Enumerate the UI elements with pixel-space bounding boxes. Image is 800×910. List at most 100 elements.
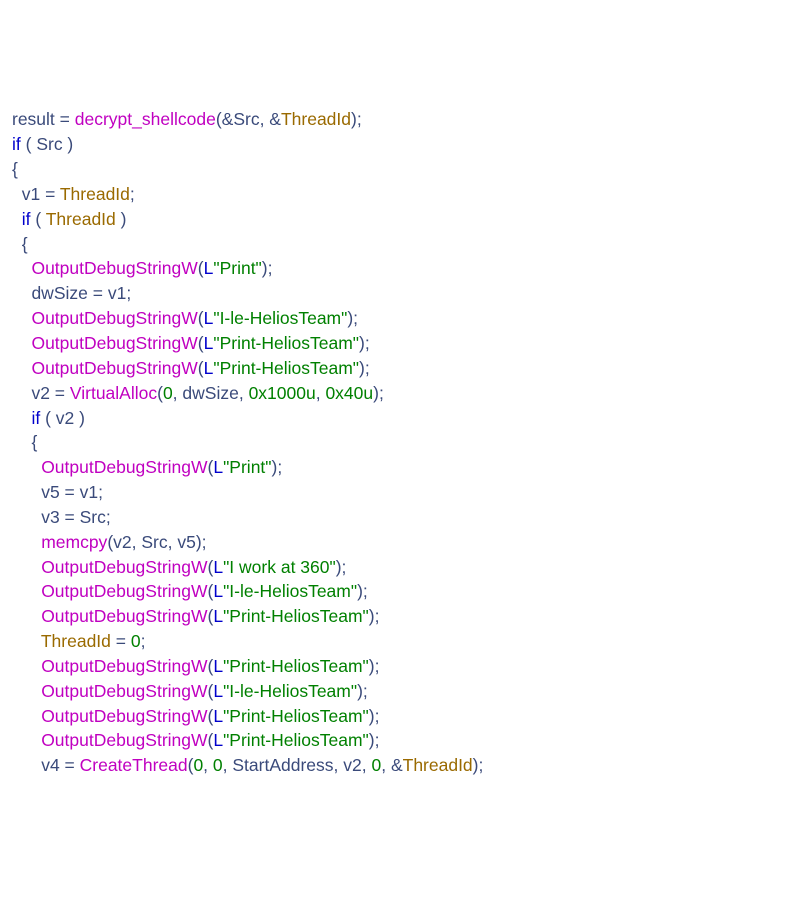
- token-str: "Print-HeliosTeam": [223, 706, 369, 726]
- token-str: "Print": [223, 457, 271, 477]
- token-var: StartAddress: [232, 755, 333, 775]
- token-pn: [12, 581, 41, 601]
- token-pn: [12, 681, 41, 701]
- token-var: result: [12, 109, 55, 129]
- code-line: if ( Src ): [12, 132, 788, 157]
- token-num: 0: [213, 755, 223, 775]
- code-line: v5 = v1;: [12, 480, 788, 505]
- code-line: OutputDebugStringW(L"Print");: [12, 256, 788, 281]
- token-pn: ,: [132, 532, 142, 552]
- token-func: OutputDebugStringW: [41, 656, 207, 676]
- token-type: L: [213, 557, 223, 577]
- token-var: v4: [41, 755, 59, 775]
- token-str: "I-le-HeliosTeam": [213, 308, 347, 328]
- token-str: "Print-HeliosTeam": [213, 358, 359, 378]
- token-var: v1: [108, 283, 126, 303]
- token-num: 0: [131, 631, 141, 651]
- token-pn: ,: [316, 383, 326, 403]
- token-pn: ,: [173, 383, 183, 403]
- token-pn: ): [74, 408, 85, 428]
- code-line: OutputDebugStringW(L"Print-HeliosTeam");: [12, 728, 788, 753]
- token-num: 0: [193, 755, 203, 775]
- token-var: v2: [56, 408, 74, 428]
- token-op: =: [50, 383, 70, 403]
- token-func: CreateThread: [80, 755, 188, 775]
- token-func: VirtualAlloc: [70, 383, 157, 403]
- token-pn: , &: [381, 755, 402, 775]
- token-pn: );: [359, 333, 370, 353]
- code-line: OutputDebugStringW(L"I-le-HeliosTeam");: [12, 306, 788, 331]
- token-pn: [12, 482, 41, 502]
- token-var: v3: [41, 507, 59, 527]
- token-pn: ,: [239, 383, 249, 403]
- token-pn: [12, 755, 41, 775]
- token-func: OutputDebugStringW: [41, 730, 207, 750]
- token-pn: [12, 283, 31, 303]
- token-var: Src: [80, 507, 106, 527]
- token-pn: ,: [362, 755, 372, 775]
- token-op: =: [60, 755, 80, 775]
- code-line: OutputDebugStringW(L"Print-HeliosTeam");: [12, 356, 788, 381]
- token-pn: [12, 209, 22, 229]
- token-num: 0x1000u: [249, 383, 316, 403]
- token-type: L: [204, 358, 214, 378]
- code-line: OutputDebugStringW(L"Print-HeliosTeam");: [12, 704, 788, 729]
- token-pn: );: [357, 681, 368, 701]
- token-uf: decrypt_shellcode: [75, 109, 216, 129]
- token-pn: );: [351, 109, 362, 129]
- token-pn: [12, 184, 22, 204]
- decompiled-code-block: result = decrypt_shellcode(&Src, &Thread…: [12, 107, 788, 778]
- token-pn: [12, 383, 31, 403]
- token-var: dwSize: [182, 383, 238, 403]
- token-pn: [12, 557, 41, 577]
- code-line: ThreadId = 0;: [12, 629, 788, 654]
- token-str: "Print-HeliosTeam": [223, 606, 369, 626]
- token-type: L: [213, 681, 223, 701]
- token-var: v5: [177, 532, 195, 552]
- token-pn: );: [369, 706, 380, 726]
- token-type: L: [213, 581, 223, 601]
- code-line: {: [12, 157, 788, 182]
- token-str: "Print-HeliosTeam": [223, 730, 369, 750]
- token-num: 0x40u: [325, 383, 373, 403]
- code-line: v3 = Src;: [12, 505, 788, 530]
- token-pn: );: [196, 532, 207, 552]
- token-type: L: [213, 706, 223, 726]
- code-line: {: [12, 430, 788, 455]
- token-param: ThreadId: [41, 631, 111, 651]
- code-line: if ( v2 ): [12, 406, 788, 431]
- token-param: ThreadId: [403, 755, 473, 775]
- token-func: OutputDebugStringW: [31, 358, 197, 378]
- token-var: v5: [41, 482, 59, 502]
- token-pn: [12, 408, 31, 428]
- code-line: if ( ThreadId ): [12, 207, 788, 232]
- token-pn: );: [369, 730, 380, 750]
- code-line: dwSize = v1;: [12, 281, 788, 306]
- token-pn: [12, 706, 41, 726]
- token-var: v1: [80, 482, 98, 502]
- token-func: OutputDebugStringW: [41, 606, 207, 626]
- token-pn: );: [357, 581, 368, 601]
- code-line: OutputDebugStringW(L"I work at 360");: [12, 555, 788, 580]
- code-line: v2 = VirtualAlloc(0, dwSize, 0x1000u, 0x…: [12, 381, 788, 406]
- token-var: Src: [36, 134, 62, 154]
- token-func: OutputDebugStringW: [41, 706, 207, 726]
- code-line: OutputDebugStringW(L"Print-HeliosTeam");: [12, 654, 788, 679]
- token-var: v2: [31, 383, 49, 403]
- token-type: L: [204, 258, 214, 278]
- token-pn: [12, 258, 31, 278]
- token-func: OutputDebugStringW: [31, 308, 197, 328]
- code-line: v4 = CreateThread(0, 0, StartAddress, v2…: [12, 753, 788, 778]
- token-pn: ;: [98, 482, 103, 502]
- token-pn: [12, 656, 41, 676]
- token-pn: {: [12, 159, 18, 179]
- token-kw: if: [12, 134, 21, 154]
- token-var: dwSize: [31, 283, 87, 303]
- token-pn: ): [63, 134, 74, 154]
- token-pn: );: [369, 656, 380, 676]
- token-type: L: [213, 457, 223, 477]
- code-line: result = decrypt_shellcode(&Src, &Thread…: [12, 107, 788, 132]
- token-op: =: [60, 507, 80, 527]
- token-pn: );: [369, 606, 380, 626]
- token-pn: (&: [216, 109, 234, 129]
